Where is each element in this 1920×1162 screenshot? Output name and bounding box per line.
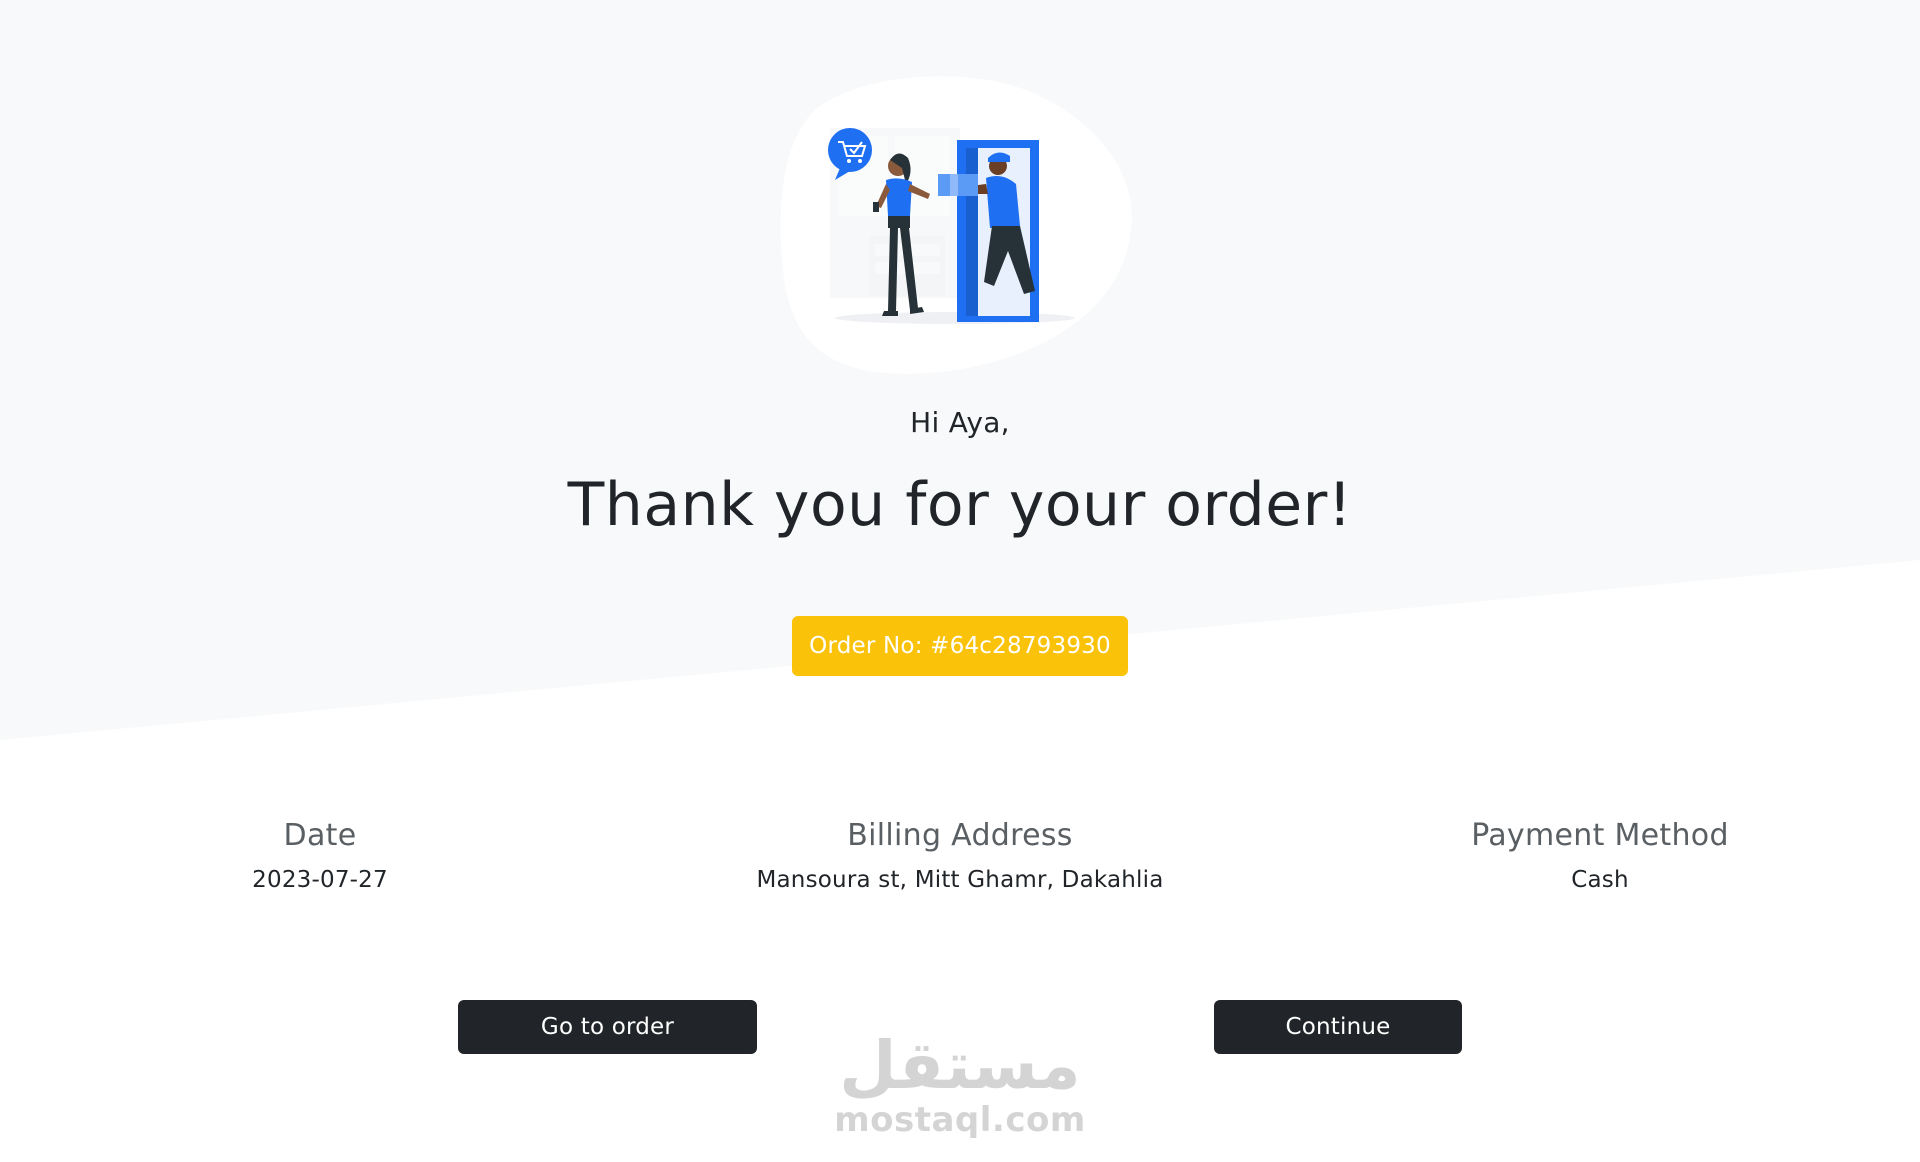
payment-method-section: Payment Method Cash [1350,818,1850,893]
date-value: 2023-07-27 [252,867,388,893]
page-title: Thank you for your order! [567,470,1353,540]
order-confirmation-page: Hi Aya, Thank you for your order! Order … [0,0,1920,1162]
payment-method-label: Payment Method [1471,818,1729,853]
billing-address-label: Billing Address [847,818,1073,853]
order-date-section: Date 2023-07-27 [70,818,570,893]
watermark-arabic: مستقل [839,1027,1081,1104]
billing-address-section: Billing Address Mansoura st, Mitt Ghamr,… [710,818,1210,893]
billing-address-value: Mansoura st, Mitt Ghamr, Dakahlia [756,867,1164,893]
payment-method-value: Cash [1571,867,1629,893]
order-number-badge: Order No: #64c28793930 [792,616,1128,676]
greeting-text: Hi Aya, [910,406,1010,439]
delivery-illustration [780,76,1132,374]
date-label: Date [283,818,357,853]
watermark-latin: mostaql.com [834,1100,1086,1140]
go-to-order-information-button[interactable]: Go to order information [458,1000,757,1094]
mostaql-watermark: مستقل mostaql.com [830,1030,1090,1162]
continue-shopping-button[interactable]: Continue shopping [1214,1000,1462,1094]
